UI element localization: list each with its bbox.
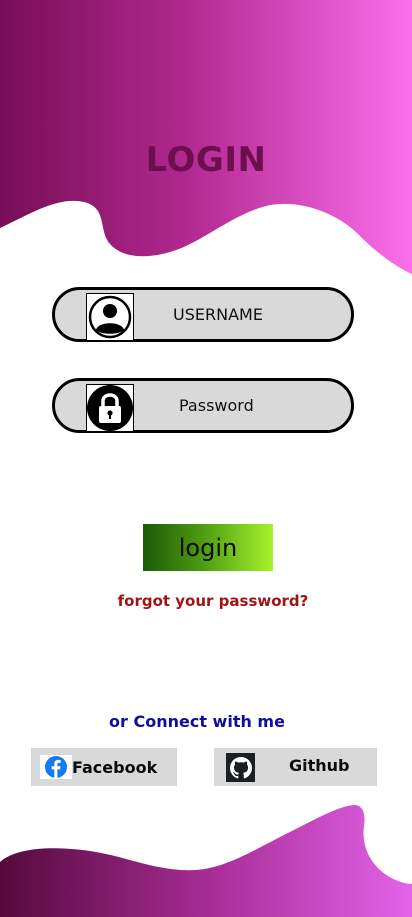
facebook-icon (40, 755, 72, 779)
user-icon (86, 293, 134, 341)
github-button[interactable]: Github (214, 748, 377, 786)
github-label: Github (289, 755, 350, 775)
top-wave (0, 0, 412, 274)
password-field[interactable]: Password (52, 378, 354, 433)
facebook-button[interactable]: Facebook (31, 748, 177, 786)
connect-heading: or Connect with me (109, 712, 285, 731)
password-label: Password (179, 396, 254, 415)
username-label: USERNAME (173, 305, 263, 324)
username-field[interactable]: USERNAME (52, 287, 354, 342)
forgot-password-link[interactable]: forgot your password? (0, 592, 412, 610)
facebook-label: Facebook (72, 757, 158, 777)
github-icon (226, 753, 255, 782)
bottom-wave (0, 805, 412, 917)
page-title: LOGIN (145, 140, 267, 180)
login-button[interactable]: login (143, 524, 273, 571)
lock-icon (86, 384, 134, 432)
